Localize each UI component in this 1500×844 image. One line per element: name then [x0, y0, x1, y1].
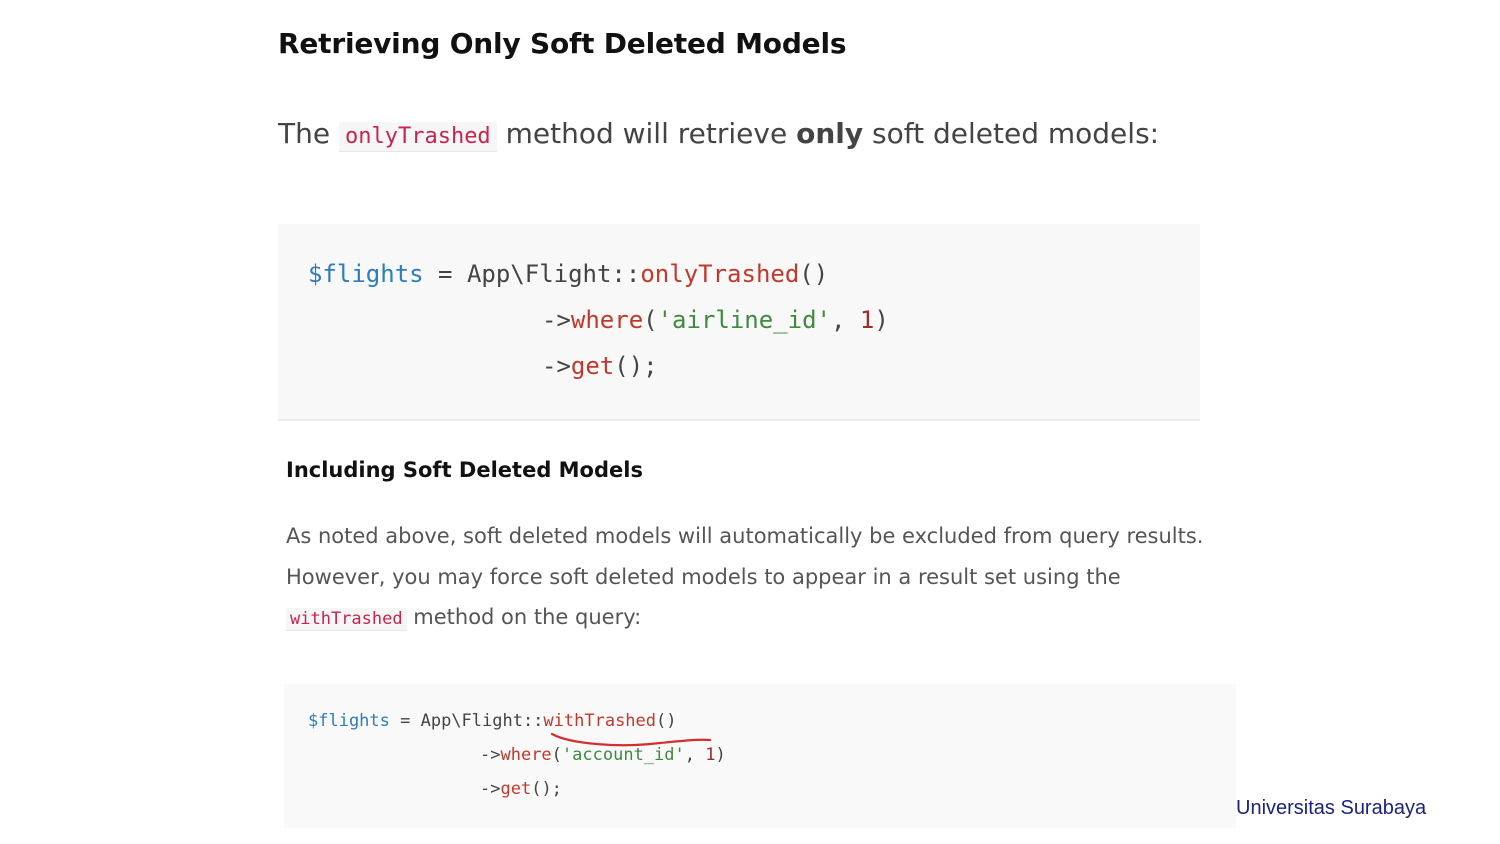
- intro-text-before: The: [278, 117, 331, 150]
- code-function: get: [500, 779, 532, 799]
- code-text: (: [643, 306, 658, 334]
- code-text: ): [874, 306, 889, 334]
- code-function: onlyTrashed: [640, 260, 800, 288]
- intro-text-middle: method will retrieve: [505, 117, 788, 150]
- paragraph-line: withTrashed method on the query:: [286, 597, 1246, 640]
- code-variable: $flights: [308, 711, 390, 731]
- intro-text-after: soft deleted models:: [872, 117, 1160, 150]
- code-number: 1: [859, 306, 875, 334]
- code-block-withtrashed: $flights = App\Flight::withTrashed() ->w…: [284, 684, 1236, 828]
- code-block-onlytrashed: $flights = App\Flight::onlyTrashed() ->w…: [278, 224, 1200, 421]
- code-line: $flights = App\Flight::onlyTrashed(): [308, 260, 828, 288]
- code-string: 'airline_id': [657, 306, 831, 334]
- code-text: ();: [531, 779, 562, 799]
- code-text: ,: [831, 306, 860, 334]
- intro-bold-only: only: [796, 117, 864, 150]
- code-variable: $flights: [308, 260, 424, 288]
- intro-paragraph: The onlyTrashed method will retrieve onl…: [278, 112, 1159, 159]
- code-text: = App\Flight::: [423, 260, 641, 288]
- code-function: where: [570, 306, 644, 334]
- paragraph-line: However, you may force soft deleted mode…: [286, 564, 1121, 589]
- inline-code-onlytrashed: onlyTrashed: [338, 122, 497, 152]
- including-paragraph: As noted above, soft deleted models will…: [286, 516, 1246, 640]
- footer-institution: Universitas Surabaya: [1236, 797, 1427, 819]
- section-heading: Retrieving Only Soft Deleted Models: [278, 27, 847, 60]
- code-text: (): [799, 260, 829, 288]
- code-line: ->where('airline_id', 1): [542, 306, 889, 334]
- paragraph-line: As noted above, soft deleted models will…: [286, 524, 1204, 548]
- inline-code-withtrashed: withTrashed: [286, 608, 407, 631]
- code-text: = App\Flight::: [389, 711, 544, 731]
- code-arrow: ->: [542, 306, 571, 334]
- paragraph-text: method on the query:: [413, 605, 642, 629]
- code-arrow: ->: [480, 745, 501, 765]
- code-function: get: [570, 352, 615, 380]
- subsection-heading: Including Soft Deleted Models: [286, 458, 643, 482]
- code-line: ->get();: [480, 779, 562, 799]
- code-arrow: ->: [542, 352, 571, 380]
- red-underline-annotation: [550, 732, 712, 747]
- code-text: ();: [614, 352, 658, 380]
- code-line: ->get();: [542, 352, 658, 380]
- code-arrow: ->: [480, 779, 501, 799]
